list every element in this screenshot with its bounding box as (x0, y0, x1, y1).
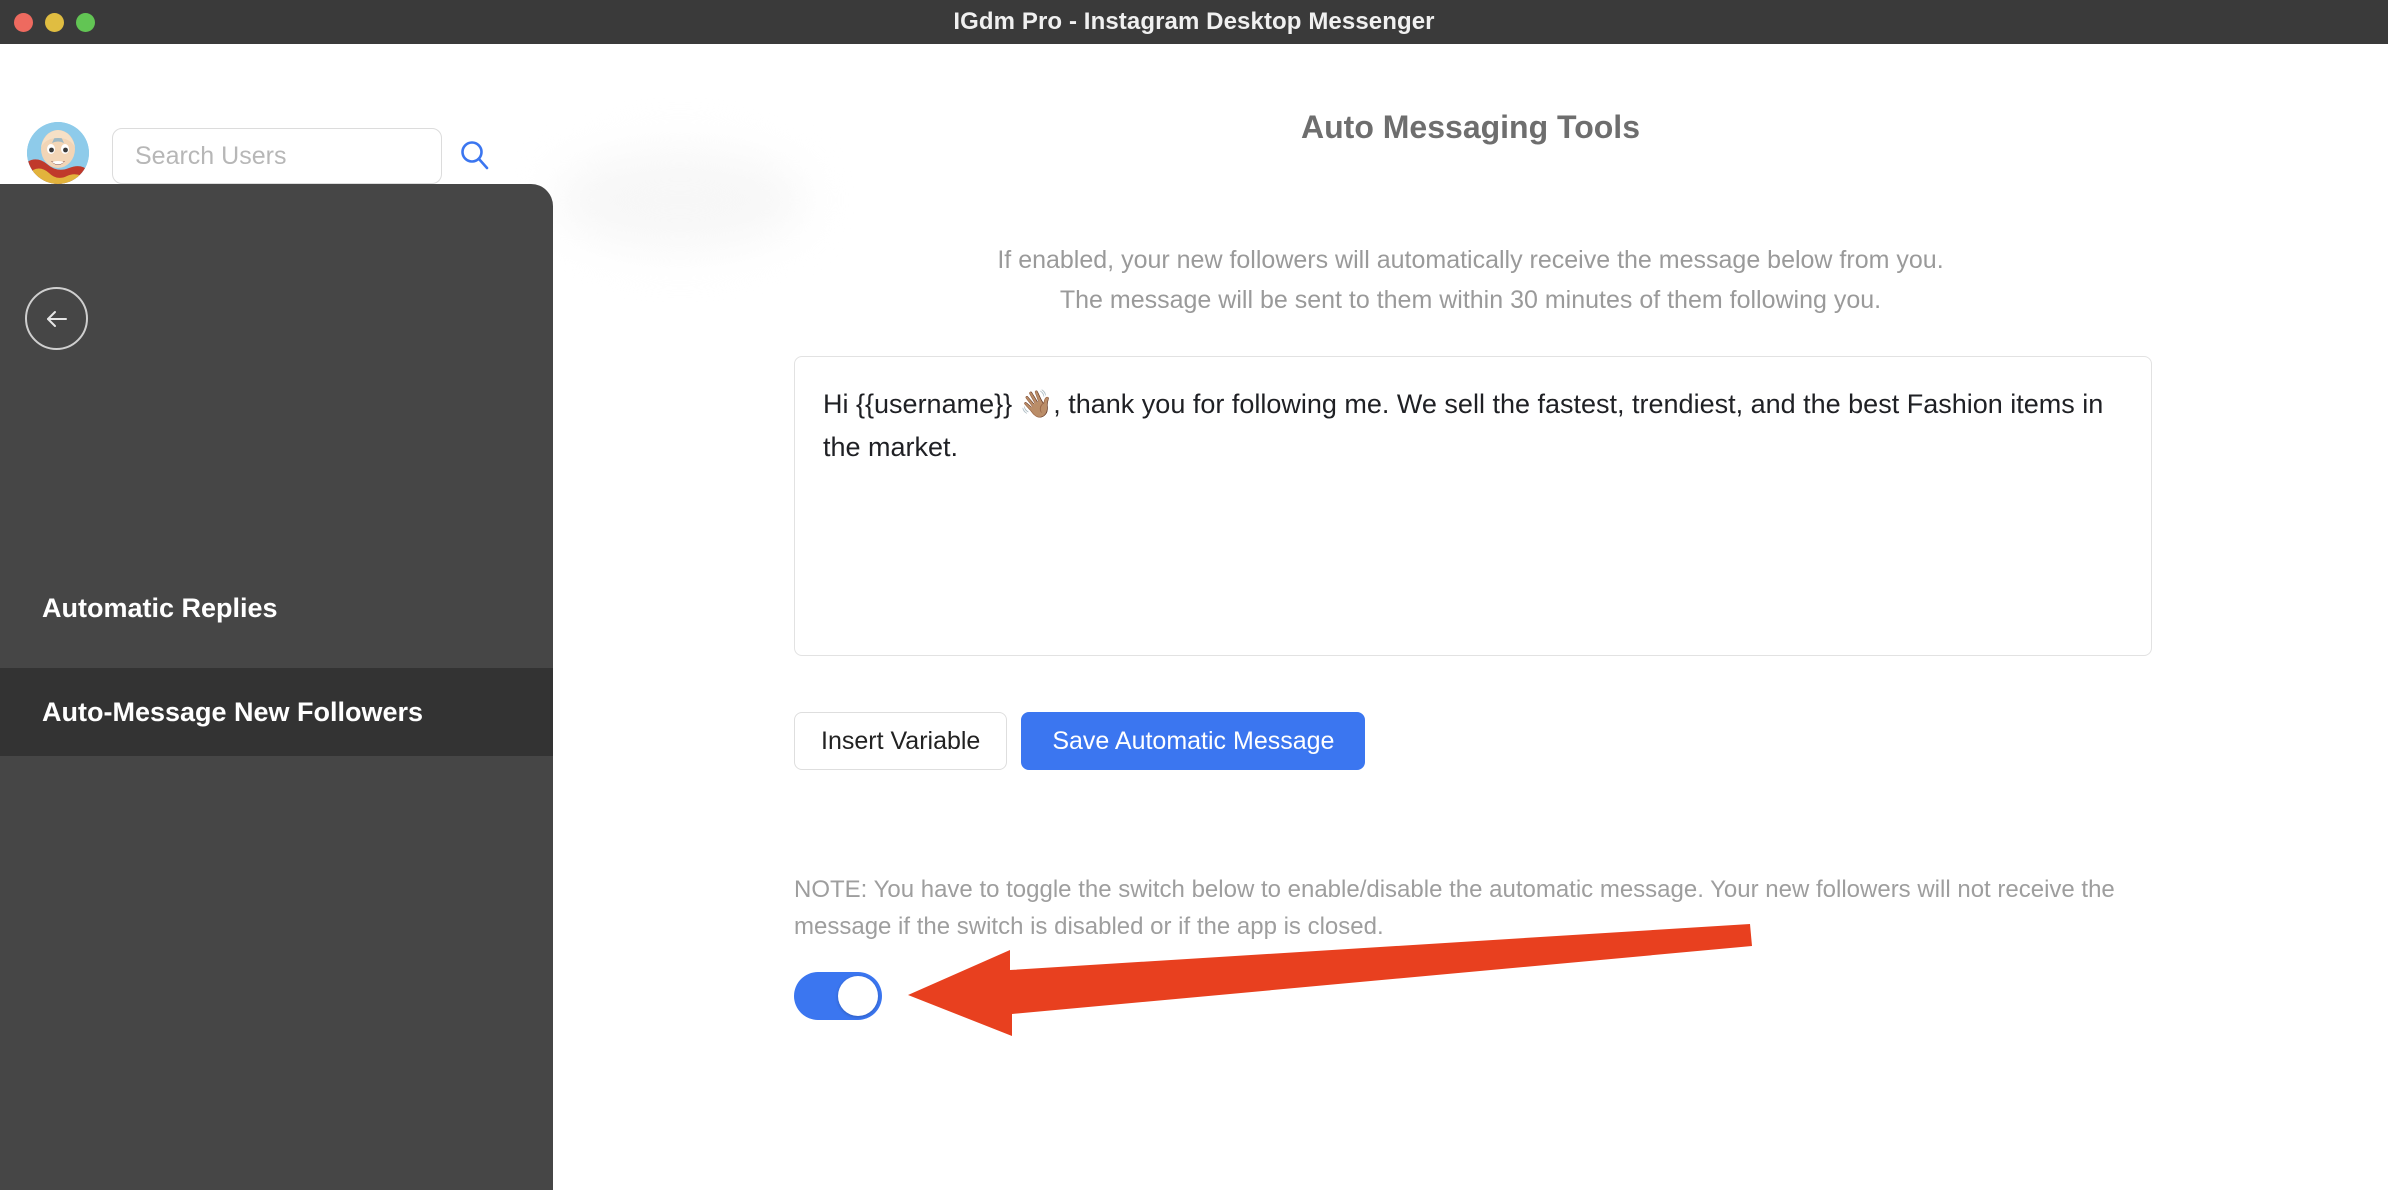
description-line-1: If enabled, your new followers will auto… (997, 246, 1944, 274)
window-title: IGdm Pro - Instagram Desktop Messenger (953, 8, 1435, 35)
action-button-row: Insert Variable Save Automatic Message (794, 712, 1366, 770)
description-text: If enabled, your new followers will auto… (553, 240, 2388, 320)
back-button[interactable] (25, 287, 88, 350)
search-icon[interactable] (457, 138, 493, 174)
auto-message-textarea[interactable] (794, 356, 2152, 656)
sidebar-item-label: Automatic Replies (42, 592, 278, 623)
minimize-window-button[interactable] (45, 12, 64, 32)
sidebar-item-auto-message-new-followers[interactable]: Auto-Message New Followers (0, 668, 553, 756)
sidebar-item-automatic-replies[interactable]: Automatic Replies (0, 564, 553, 652)
save-automatic-message-button[interactable]: Save Automatic Message (1021, 712, 1366, 770)
traffic-lights (14, 0, 95, 44)
background-decoration (555, 150, 805, 250)
note-text: NOTE: You have to toggle the switch belo… (794, 876, 2115, 940)
maximize-window-button[interactable] (76, 12, 95, 32)
insert-variable-button[interactable]: Insert Variable (794, 712, 1008, 770)
window-titlebar: IGdm Pro - Instagram Desktop Messenger (0, 0, 2388, 44)
sidebar: Automatic Replies Auto-Message New Follo… (0, 184, 553, 1190)
close-window-button[interactable] (14, 12, 33, 32)
search-box[interactable] (112, 128, 489, 184)
search-input[interactable] (135, 141, 457, 171)
description-line-2: The message will be sent to them within … (1059, 286, 1882, 314)
avatar[interactable] (27, 122, 89, 184)
enable-auto-message-toggle[interactable] (794, 972, 882, 1020)
page-title: Auto Messaging Tools (1301, 109, 1640, 146)
arrow-left-icon (46, 310, 67, 327)
app-window: IGdm Pro - Instagram Desktop Messenger S… (0, 0, 2388, 1190)
toggle-knob (838, 976, 878, 1016)
sidebar-item-label: Auto-Message New Followers (42, 696, 424, 727)
